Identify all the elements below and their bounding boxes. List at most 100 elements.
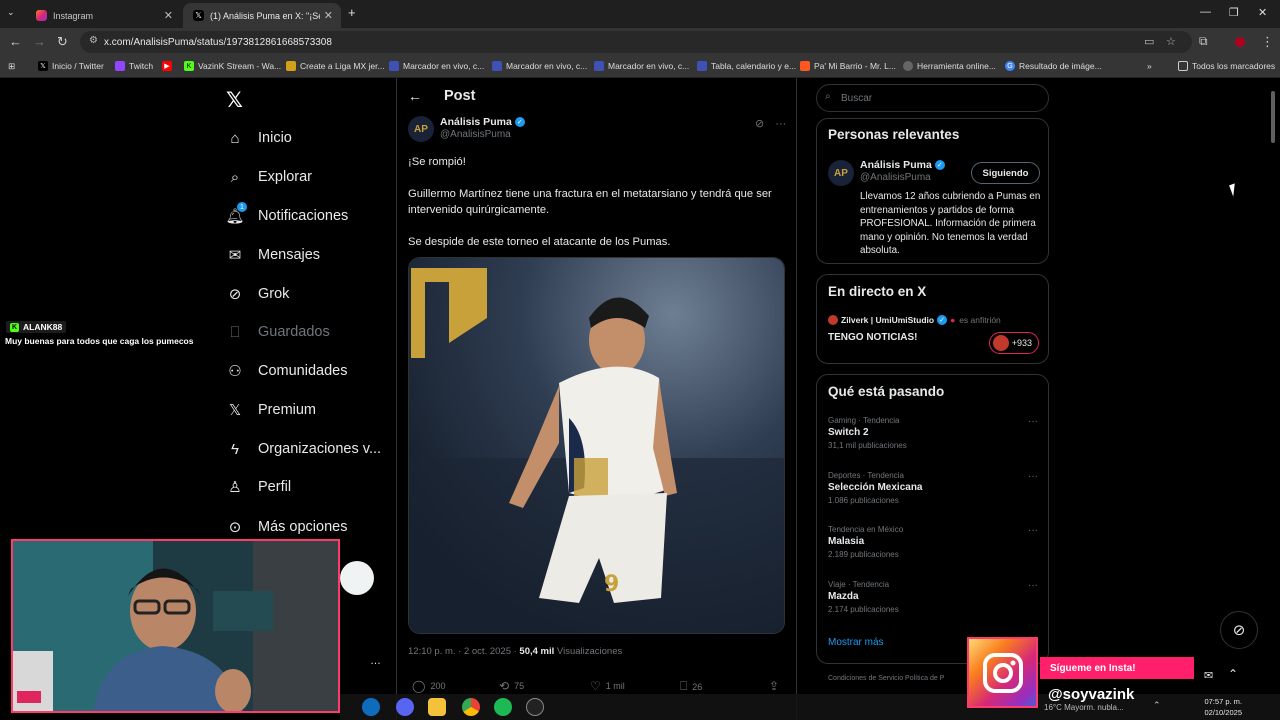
address-bar[interactable]: ⚙ x.com/AnalisisPuma/status/197381286166… [80, 31, 1192, 53]
like-action[interactable]: ♡ 1 mil [590, 679, 625, 693]
more-options-icon[interactable]: ··· [1028, 416, 1038, 427]
edge-icon[interactable] [362, 698, 380, 716]
more-options-icon[interactable]: ··· [1028, 525, 1038, 536]
scrollbar[interactable] [1271, 91, 1275, 143]
post-timestamp[interactable]: 12:10 p. m. · 2 oct. 2025 · [408, 646, 519, 657]
footer-links[interactable]: Condiciones de Servicio Política de P [828, 675, 944, 682]
bookmark-herramienta[interactable]: Herramienta online... [903, 61, 996, 71]
bookmark-action[interactable]: ⎕ 26 [680, 679, 702, 694]
tab-instagram[interactable]: Instagram ✕ [26, 3, 181, 28]
bookmark-marcador-2[interactable]: Marcador en vivo, c... [492, 61, 587, 71]
extensions-icon[interactable]: ⧉ [1199, 34, 1208, 49]
reload-icon[interactable]: ↻ [57, 34, 68, 50]
nav-explorar[interactable]: ⌕ Explorar [226, 162, 312, 192]
bookmark-resultado[interactable]: G Resultado de imáge... [1005, 61, 1102, 71]
nav-organizaciones[interactable]: ϟ Organizaciones v... [226, 434, 381, 464]
system-clock[interactable]: 07:57 p. m. 02/10/2025 [1198, 696, 1242, 718]
author-name[interactable]: Análisis Puma [440, 116, 512, 128]
post-image[interactable]: 9 [408, 257, 785, 634]
bookmark-inicio[interactable]: 𝕏 Inicio / Twitter [38, 61, 104, 71]
avatar[interactable]: AP [408, 116, 434, 142]
more-options-icon[interactable]: ··· [1028, 471, 1038, 482]
post-author[interactable]: AP Análisis Puma ✓ @AnalisisPuma [408, 116, 525, 142]
discord-icon[interactable] [396, 698, 414, 716]
nav-grok[interactable]: ⊘ Grok [226, 279, 290, 309]
trend-item[interactable]: Tendencia en México Malasia 2.189 public… [828, 525, 1038, 559]
all-bookmarks[interactable]: Todos los marcadores [1178, 61, 1275, 71]
share-action[interactable]: ⇪ [769, 679, 784, 693]
bookmark-label: Tabla, calendario y e... [711, 61, 797, 71]
site-info-icon[interactable]: ⚙ [89, 35, 98, 46]
cast-icon[interactable]: ▭ [1144, 35, 1154, 48]
search-input[interactable]: ⌕ Buscar [816, 84, 1049, 112]
close-window-icon[interactable]: ✕ [1258, 6, 1267, 19]
chevron-right-icon[interactable]: » [1147, 61, 1152, 71]
nav-perfil[interactable]: ♙ Perfil [226, 472, 291, 502]
obs-icon[interactable] [526, 698, 544, 716]
chrome-icon[interactable] [462, 698, 480, 716]
trend-item[interactable]: Deportes · Tendencia Selección Mexicana … [828, 471, 1038, 505]
search-icon: ⌕ [230, 168, 240, 186]
profile-icon[interactable] [1235, 37, 1245, 47]
bookmark-youtube[interactable]: ▶ [162, 61, 176, 71]
nav-mensajes[interactable]: ✉ Mensajes [226, 240, 320, 270]
instagram-banner: Sígueme en Insta! [1040, 657, 1194, 679]
grok-icon[interactable]: ⊘ [755, 118, 764, 130]
account-menu-icon[interactable]: … [370, 655, 381, 667]
bookmark-twitch[interactable]: Twitch [115, 61, 153, 71]
expand-up-icon[interactable]: ⌃ [1228, 667, 1238, 681]
menu-icon[interactable]: ⋮ [1261, 34, 1274, 50]
tab-search-icon[interactable]: ⌄ [7, 7, 15, 18]
post-button[interactable] [340, 561, 374, 595]
bookmark-marcador-3[interactable]: Marcador en vivo, c... [594, 61, 689, 71]
star-icon[interactable]: ☆ [1166, 35, 1176, 48]
bookmark-kick[interactable]: K VazinK Stream - Wa... [184, 61, 281, 71]
nav-mas-opciones[interactable]: ⊙ Más opciones [226, 512, 348, 542]
more-options-icon[interactable]: ··· [1028, 580, 1038, 591]
minimize-icon[interactable]: — [1200, 6, 1211, 18]
live-card[interactable]: En directo en X Zilverk | UmiUmiStudio ✓… [816, 274, 1049, 364]
back-arrow-icon[interactable]: ← [408, 88, 422, 104]
spotify-icon[interactable] [494, 698, 512, 716]
trend-item[interactable]: Gaming · Tendencia Switch 2 31,1 mil pub… [828, 416, 1038, 450]
x-logo[interactable]: 𝕏 [226, 88, 243, 113]
tray-chevron-icon[interactable]: ⌃ [1153, 700, 1161, 711]
close-icon[interactable]: ✕ [164, 9, 173, 22]
relevant-handle[interactable]: @AnalisisPuma [860, 172, 945, 183]
repost-action[interactable]: ⟲ 75 [499, 679, 524, 693]
forward-icon[interactable]: → [33, 34, 46, 49]
tab-x-post[interactable]: 𝕏 (1) Análisis Puma en X: "¡Se rom ✕ [183, 3, 341, 28]
nav-inicio[interactable]: ⌂ Inicio [226, 123, 291, 153]
weather-widget[interactable]: 16°C Mayorm. nubla... [1044, 703, 1124, 712]
following-button[interactable]: Siguiendo [971, 162, 1040, 184]
post-text-paragraph: Guillermo Martínez tiene una fractura en… [408, 188, 772, 216]
folder-icon[interactable] [428, 698, 446, 716]
grok-floating-button[interactable]: ⊘ [1220, 611, 1258, 649]
post-meta: 12:10 p. m. · 2 oct. 2025 · 50,4 mil Vis… [408, 646, 622, 657]
back-icon[interactable]: ← [9, 34, 22, 49]
nav-premium[interactable]: 𝕏 Premium [226, 395, 316, 425]
nav-comunidades[interactable]: ⚇ Comunidades [226, 356, 347, 386]
bookmark-marcador-1[interactable]: Marcador en vivo, c... [389, 61, 484, 71]
relevant-name[interactable]: Análisis Puma [860, 159, 932, 171]
restore-icon[interactable]: ❐ [1229, 6, 1239, 19]
bookmark-pa-mi-barrio[interactable]: Pa' Mi Barrio - Mr. L... [800, 61, 896, 71]
messages-drawer-icon[interactable]: ✉ [1204, 669, 1213, 682]
close-icon[interactable]: ✕ [324, 9, 333, 22]
nav-guardados[interactable]: ⎕ Guardados [226, 317, 329, 347]
nav-notificaciones[interactable]: 🔔︎ 1 Notificaciones [225, 201, 348, 231]
apps-icon[interactable]: ⊞ [8, 61, 15, 72]
twitch-icon [115, 61, 125, 71]
bookmark-tabla[interactable]: Tabla, calendario y e... [697, 61, 796, 71]
author-handle[interactable]: @AnalisisPuma [440, 129, 525, 140]
more-options-icon[interactable]: ··· [775, 118, 786, 130]
new-tab-icon[interactable]: + [348, 5, 356, 20]
avatar[interactable]: AP [828, 160, 854, 186]
bookmark-ligamx[interactable]: Create a Liga MX jer... [286, 61, 385, 71]
reply-action[interactable]: ◯ 200 [412, 679, 445, 693]
trend-item[interactable]: Viaje · Tendencia Mazda 2.174 publicacio… [828, 580, 1038, 614]
show-more-link[interactable]: Mostrar más [828, 637, 884, 648]
search-icon: ⌕ [825, 91, 831, 102]
page-icon [800, 61, 810, 71]
nav-label: Organizaciones v... [258, 441, 382, 457]
